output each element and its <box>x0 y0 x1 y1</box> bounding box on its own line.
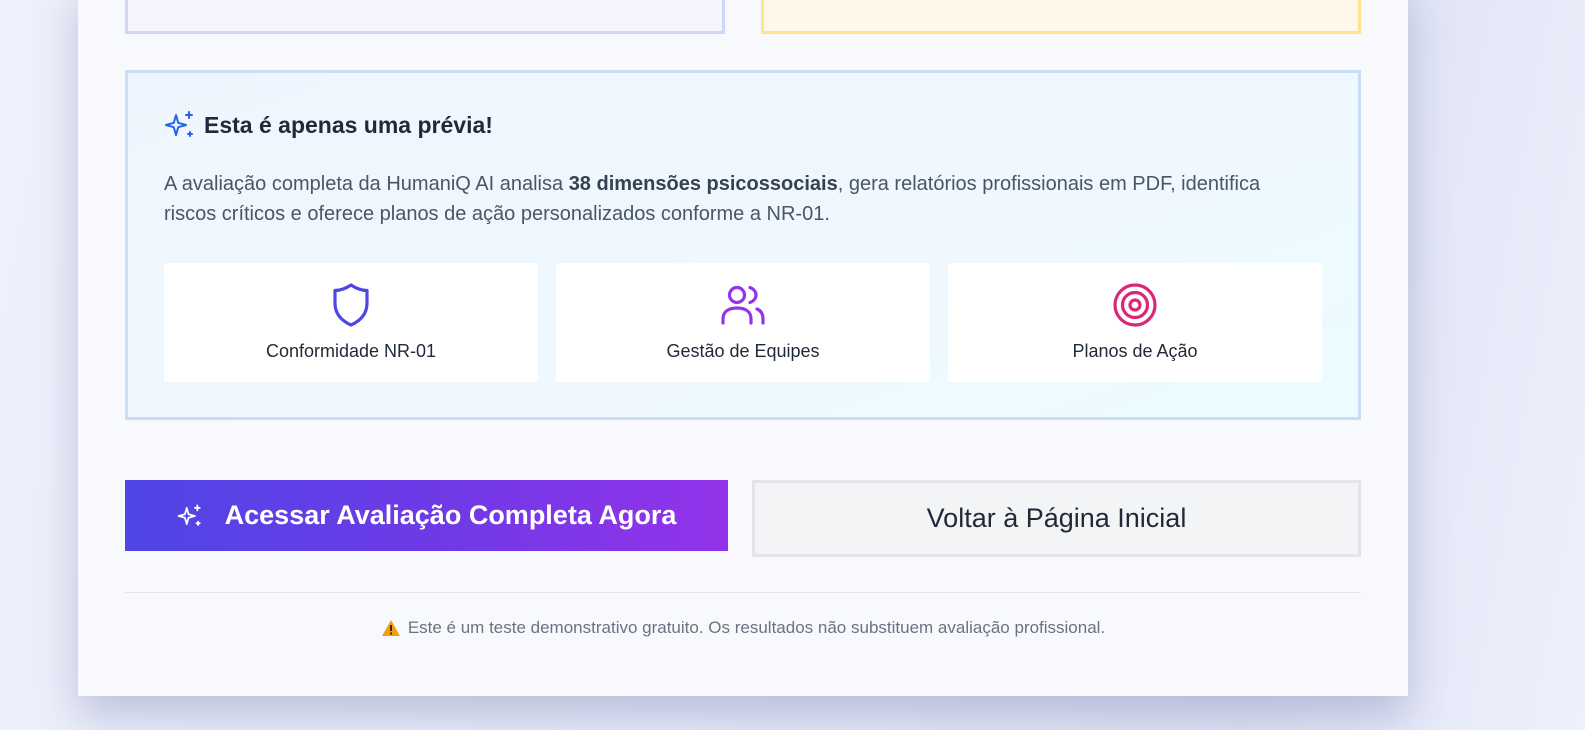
full-assessment-button[interactable]: Acessar Avaliação Completa Agora <box>125 480 728 551</box>
full-assessment-label: Acessar Avaliação Completa Agora <box>224 500 677 530</box>
dimensions-highlight: 38 dimensões psicossociais <box>568 173 838 195</box>
feature-label: Gestão de Equipes <box>666 341 820 361</box>
target-icon <box>1113 283 1157 327</box>
warning-icon <box>381 620 400 636</box>
divider <box>125 592 1361 593</box>
result-panel-right <box>761 0 1361 34</box>
preview-description: A avaliação completa da HumaniQ AI anali… <box>164 173 1261 225</box>
result-panel-left <box>125 0 725 34</box>
feature-label: Planos de Ação <box>1072 341 1198 361</box>
feature-card-compliance: Conformidade NR-01 <box>164 263 538 382</box>
preview-notice: Esta é apenas uma prévia! A avaliação co… <box>125 70 1361 420</box>
sparkles-icon <box>165 111 193 137</box>
feature-card-teams: Gestão de Equipes <box>556 263 930 382</box>
feature-label: Conformidade NR-01 <box>265 341 437 361</box>
sparkles-icon <box>177 504 201 526</box>
disclaimer-text: Este é um teste demonstrativo gratuito. … <box>407 618 1106 637</box>
back-home-button[interactable]: Voltar à Página Inicial <box>752 480 1361 557</box>
preview-header: Esta é apenas uma prévia! <box>164 109 493 141</box>
shield-icon <box>333 283 369 327</box>
result-card: Esta é apenas uma prévia! A avaliação co… <box>78 0 1408 696</box>
feature-card-action-plans: Planos de Ação <box>948 263 1322 382</box>
disclaimer: Este é um teste demonstrativo gratuito. … <box>78 618 1408 638</box>
users-icon <box>721 285 765 325</box>
back-home-label: Voltar à Página Inicial <box>926 503 1187 533</box>
preview-title: Esta é apenas uma prévia! <box>204 111 493 138</box>
